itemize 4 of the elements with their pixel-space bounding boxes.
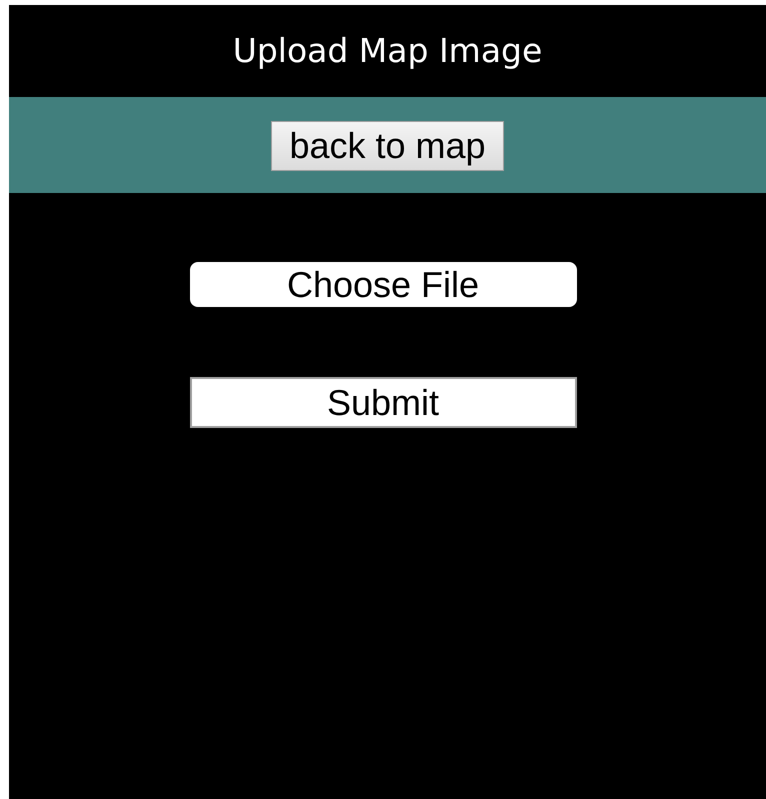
page-title: Upload Map Image: [232, 30, 542, 72]
submit-button[interactable]: Submit: [190, 377, 576, 428]
back-button[interactable]: back to map: [271, 120, 504, 170]
choose-file-button[interactable]: Choose File: [190, 262, 576, 307]
